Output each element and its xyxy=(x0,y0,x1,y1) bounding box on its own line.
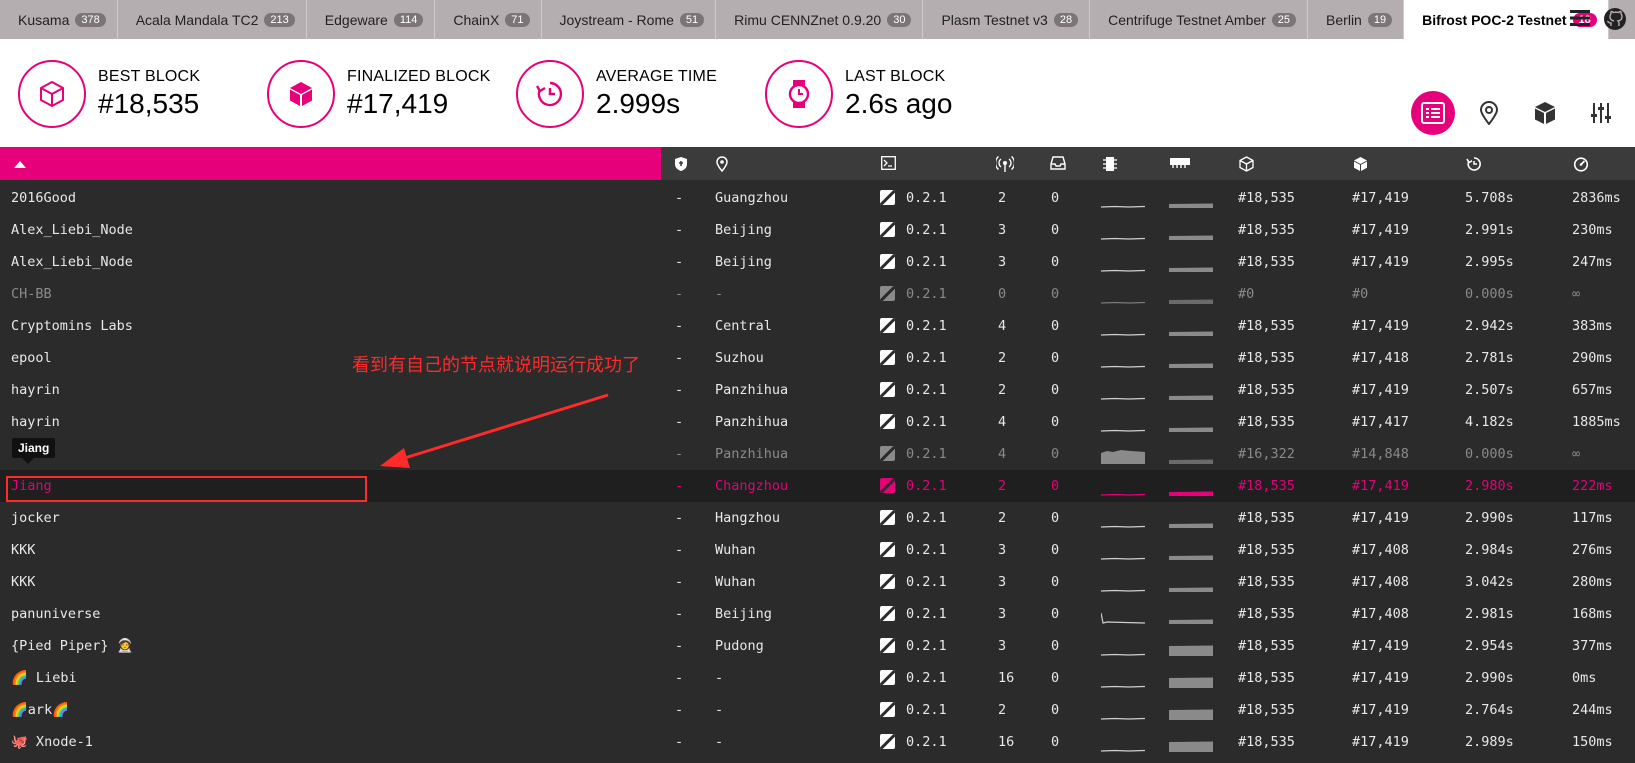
annotation-arrow-icon xyxy=(380,393,609,468)
node-name-tooltip: Jiang xyxy=(12,438,56,464)
